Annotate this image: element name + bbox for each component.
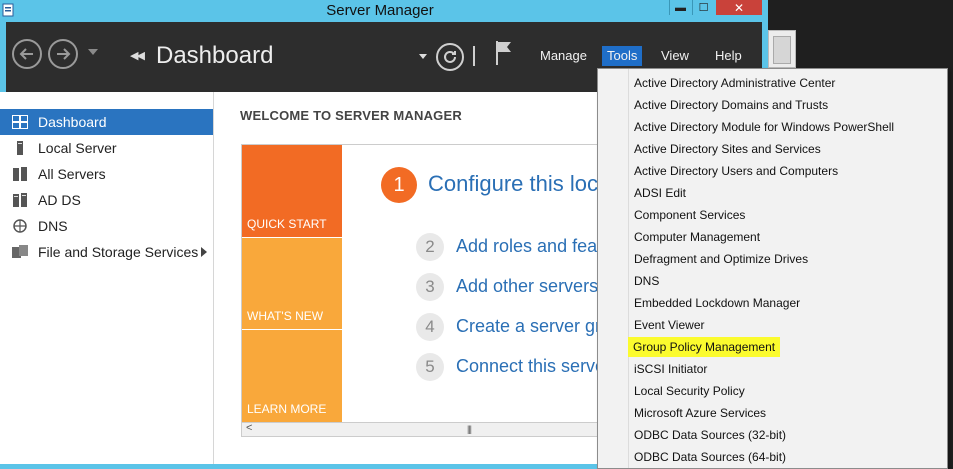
menu-item-group-policy-management[interactable]: Group Policy Management bbox=[628, 337, 781, 357]
refresh-icon[interactable] bbox=[436, 43, 464, 71]
sidebar-item-local-server[interactable]: Local Server bbox=[0, 135, 213, 161]
menu-help[interactable]: Help bbox=[710, 46, 747, 66]
toolbar-divider bbox=[473, 46, 475, 66]
chevron-down-icon[interactable] bbox=[419, 54, 427, 59]
tools-dropdown-menu: Active Directory Administrative Center A… bbox=[597, 68, 948, 469]
title-bar[interactable]: Server Manager ▬ ☐ ✕ bbox=[0, 0, 768, 22]
window-title: Server Manager bbox=[326, 2, 434, 19]
sidebar-item-label: All Servers bbox=[38, 166, 106, 182]
configure-server-link[interactable]: Configure this loc bbox=[428, 171, 598, 197]
menu-item-odbc-64[interactable]: ODBC Data Sources (64-bit) bbox=[634, 447, 786, 467]
step-number-badge: 3 bbox=[416, 273, 444, 301]
server-manager-app: Server Manager ▬ ☐ ✕ ◀◀ Dashboard Manage… bbox=[0, 0, 953, 469]
tile-quick-start[interactable]: QUICK START bbox=[242, 145, 342, 237]
menu-item-ad-users-computers[interactable]: Active Directory Users and Computers bbox=[634, 161, 838, 181]
menu-view[interactable]: View bbox=[656, 46, 694, 66]
menu-item-ad-powershell[interactable]: Active Directory Module for Windows Powe… bbox=[634, 117, 894, 137]
sidebar-item-dashboard[interactable]: Dashboard bbox=[0, 109, 213, 135]
tile-learn-more[interactable]: LEARN MORE bbox=[242, 330, 342, 422]
background-window-scroll bbox=[773, 36, 791, 64]
connect-server-link[interactable]: Connect this serve bbox=[456, 356, 605, 377]
sidebar: Dashboard Local Server All Servers AD DS… bbox=[0, 92, 214, 464]
menu-item-computer-management[interactable]: Computer Management bbox=[634, 227, 760, 247]
tile-whats-new[interactable]: WHAT'S NEW bbox=[242, 238, 342, 329]
scroll-left-icon[interactable]: < bbox=[246, 422, 252, 434]
menu-item-local-security-policy[interactable]: Local Security Policy bbox=[634, 381, 745, 401]
sidebar-item-label: File and Storage Services bbox=[38, 244, 199, 260]
step-number-badge: 5 bbox=[416, 353, 444, 381]
page-title: Dashboard bbox=[156, 42, 274, 69]
tile-label: WHAT'S NEW bbox=[247, 309, 324, 323]
menu-item-ad-domains-trusts[interactable]: Active Directory Domains and Trusts bbox=[634, 95, 828, 115]
menu-item-azure-services[interactable]: Microsoft Azure Services bbox=[634, 403, 766, 423]
sidebar-item-label: DNS bbox=[38, 218, 68, 234]
sidebar-item-label: AD DS bbox=[38, 192, 81, 208]
menu-tools[interactable]: Tools bbox=[602, 46, 643, 66]
chevron-right-icon[interactable] bbox=[201, 247, 207, 257]
menu-item-dns[interactable]: DNS bbox=[634, 271, 659, 291]
menu-manage[interactable]: Manage bbox=[535, 46, 592, 66]
menu-item-ad-sites-services[interactable]: Active Directory Sites and Services bbox=[634, 139, 821, 159]
sidebar-item-dns[interactable]: DNS bbox=[0, 213, 213, 239]
tile-label: QUICK START bbox=[247, 217, 327, 231]
welcome-heading: WELCOME TO SERVER MANAGER bbox=[240, 108, 462, 123]
back-arrow-icon[interactable] bbox=[12, 39, 42, 69]
menu-item-defragment[interactable]: Defragment and Optimize Drives bbox=[634, 249, 808, 269]
menu-item-iscsi-initiator[interactable]: iSCSI Initiator bbox=[634, 359, 707, 379]
sidebar-item-file-storage[interactable]: File and Storage Services bbox=[0, 239, 213, 265]
sidebar-item-label: Dashboard bbox=[38, 114, 107, 130]
minimize-button[interactable]: ▬ bbox=[669, 0, 691, 15]
create-server-group-link[interactable]: Create a server gr bbox=[456, 316, 601, 337]
breadcrumb-arrows-icon: ◀◀ bbox=[130, 50, 145, 62]
sidebar-item-ad-ds[interactable]: AD DS bbox=[0, 187, 213, 213]
servers-icon bbox=[13, 167, 27, 181]
sidebar-item-all-servers[interactable]: All Servers bbox=[0, 161, 213, 187]
storage-icon bbox=[12, 245, 28, 258]
add-servers-link[interactable]: Add other servers bbox=[456, 276, 598, 297]
step-number-badge: 1 bbox=[381, 167, 417, 203]
menu-item-adsi-edit[interactable]: ADSI Edit bbox=[634, 183, 686, 203]
history-dropdown-icon[interactable] bbox=[88, 49, 98, 55]
menu-item-embedded-lockdown[interactable]: Embedded Lockdown Manager bbox=[634, 293, 800, 313]
add-roles-link[interactable]: Add roles and feat bbox=[456, 236, 602, 257]
server-icon bbox=[17, 141, 23, 155]
menu-item-ad-admin-center[interactable]: Active Directory Administrative Center bbox=[634, 73, 835, 93]
step-number-badge: 4 bbox=[416, 313, 444, 341]
scroll-thumb-grip-icon[interactable]: ||| bbox=[467, 424, 472, 434]
step-number-badge: 2 bbox=[416, 233, 444, 261]
ad-ds-icon bbox=[13, 193, 27, 207]
sidebar-item-label: Local Server bbox=[38, 140, 117, 156]
notifications-flag-icon[interactable] bbox=[494, 40, 514, 66]
menu-item-odbc-32[interactable]: ODBC Data Sources (32-bit) bbox=[634, 425, 786, 445]
tile-label: LEARN MORE bbox=[247, 402, 327, 416]
menu-item-event-viewer[interactable]: Event Viewer bbox=[634, 315, 704, 335]
close-button[interactable]: ✕ bbox=[716, 0, 762, 15]
dns-icon bbox=[13, 219, 27, 233]
maximize-button[interactable]: ☐ bbox=[692, 0, 714, 15]
menu-gutter bbox=[628, 69, 629, 468]
dashboard-icon bbox=[12, 115, 28, 129]
forward-arrow-icon[interactable] bbox=[48, 39, 78, 69]
menu-item-component-services[interactable]: Component Services bbox=[634, 205, 745, 225]
